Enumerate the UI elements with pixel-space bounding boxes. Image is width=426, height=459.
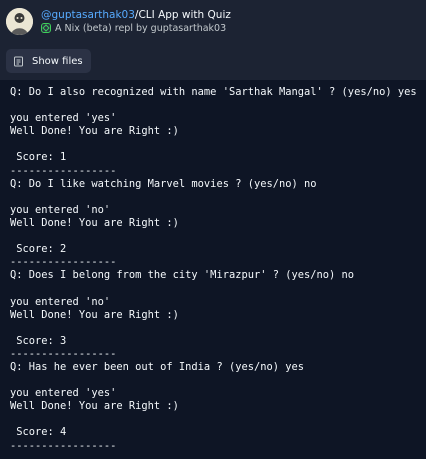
console-line: ----------------- — [10, 439, 117, 452]
repl-title: @guptasarthak03/CLI App with Quiz — [41, 8, 231, 22]
console-line: you entered 'no' — [10, 203, 111, 216]
console-line: Q: Does I belong from the city 'Mirazpur… — [10, 269, 355, 282]
console-line: Score: 1 — [10, 151, 67, 164]
console-line: Well Done! You are Right :) — [10, 308, 179, 321]
console-toolbar: Show files — [0, 42, 426, 80]
console-line: ----------------- — [10, 347, 117, 360]
avatar-icon — [6, 7, 33, 35]
console-line: Well Done! You are Right :) — [10, 216, 179, 229]
repl-subtitle: A Nix (beta) repl by guptasarthak03 — [41, 22, 231, 35]
console-output[interactable]: Q: Do I also recognized with name 'Sarth… — [0, 80, 426, 459]
repl-header: @guptasarthak03/CLI App with Quiz A Nix … — [0, 0, 426, 42]
show-files-button[interactable]: Show files — [6, 49, 91, 73]
files-icon — [13, 56, 24, 67]
console-line: Well Done! You are Right :) — [10, 125, 179, 138]
console-line: ----------------- — [10, 164, 117, 177]
console-lines: Q: Do I also recognized with name 'Sarth… — [10, 80, 426, 453]
console-line: Score: 2 — [10, 243, 67, 256]
console-line: Score: 4 — [10, 426, 67, 439]
console-line: Q: Do I like watching Marvel movies ? (y… — [10, 177, 317, 190]
repl-name[interactable]: CLI App with Quiz — [138, 9, 230, 21]
owner-link[interactable]: @guptasarthak03 — [41, 9, 135, 21]
console-line: you entered 'yes' — [10, 387, 117, 400]
console-line: Q: Has he ever been out of India ? (yes/… — [10, 360, 305, 373]
console-line: you entered 'no' — [10, 295, 111, 308]
console-line: Score: 3 — [10, 334, 67, 347]
repl-subtitle-text: A Nix (beta) repl by guptasarthak03 — [55, 22, 227, 34]
show-files-label: Show files — [32, 55, 83, 67]
console-line: Q: Do I also recognized with name 'Sarth… — [10, 86, 417, 98]
nix-icon — [41, 23, 51, 33]
console-line: you entered 'yes' — [10, 112, 117, 125]
console-line: ----------------- — [10, 256, 117, 269]
console-line: Well Done! You are Right :) — [10, 400, 179, 413]
user-avatar[interactable] — [6, 7, 33, 35]
